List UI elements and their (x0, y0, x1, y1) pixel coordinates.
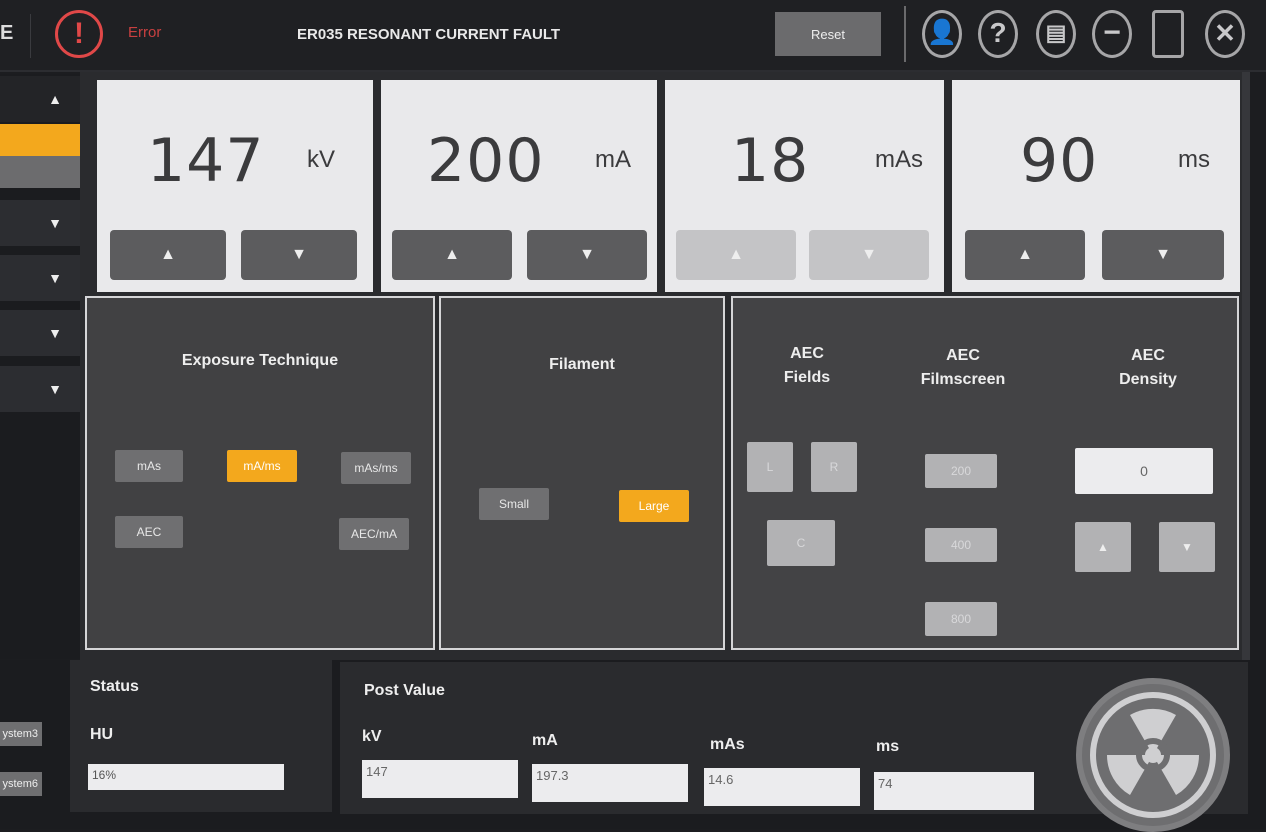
divider (30, 14, 31, 58)
sidebar-item-selected[interactable] (0, 124, 82, 156)
option-aec-ma[interactable]: AEC/mA (339, 518, 409, 550)
post-ms-value: 74 (874, 772, 1034, 810)
ms-down-button[interactable]: ▼ (1102, 230, 1224, 280)
aec-field-r[interactable]: R (811, 442, 857, 492)
kv-control: 147 kV ▲ ▼ (97, 80, 373, 292)
app-logo: E (0, 22, 14, 44)
kv-down-button[interactable]: ▼ (241, 230, 357, 280)
sidebar-scroll-up[interactable]: ▲ (0, 76, 82, 122)
user-icon[interactable]: 👤 (922, 10, 962, 58)
aec-field-l[interactable]: L (747, 442, 793, 492)
filament-small-button[interactable]: Small (479, 488, 549, 520)
top-bar: E ! Error ER035 RESONANT CURRENT FAULT R… (0, 0, 1266, 72)
ms-value: 90 (1020, 126, 1099, 196)
mas-unit: mAs (875, 146, 923, 173)
sidebar-dropdown[interactable]: ▼ (0, 255, 82, 301)
ms-control: 90 ms ▲ ▼ (952, 80, 1240, 292)
kv-value: 147 (147, 126, 265, 196)
aec-panel: AEC Fields AEC Filmscreen AEC Density L … (731, 296, 1239, 650)
hu-label: HU (90, 726, 114, 743)
error-icon: ! (55, 10, 103, 58)
divider (904, 6, 906, 62)
post-kv-value: 147 (362, 760, 518, 798)
post-value-title: Post Value (364, 682, 445, 699)
aec-filmscreen-800[interactable]: 800 (925, 602, 997, 636)
ma-unit: mA (595, 146, 631, 173)
mas-value: 18 (731, 126, 810, 196)
aec-density-value[interactable]: 0 (1075, 448, 1213, 494)
ma-up-button[interactable]: ▲ (392, 230, 512, 280)
expose-button[interactable] (1076, 678, 1230, 832)
sidebar-dropdown[interactable]: ▼ (0, 310, 82, 356)
post-ms-label: ms (876, 738, 900, 755)
aec-filmscreen-400[interactable]: 400 (925, 528, 997, 562)
system3-button[interactable]: ystem3 (0, 722, 42, 746)
ma-control: 200 mA ▲ ▼ (381, 80, 657, 292)
status-title: Status (90, 678, 139, 695)
error-label: Error (128, 24, 162, 41)
option-aec[interactable]: AEC (115, 516, 183, 548)
aec-density-up-button[interactable]: ▲ (1075, 522, 1131, 572)
post-kv-label: kV (362, 728, 382, 745)
help-icon[interactable]: ? (978, 10, 1018, 58)
aec-fields-title: AEC Fields (783, 345, 831, 386)
hu-value: 16% (88, 764, 284, 790)
aec-filmscreen-title: AEC Filmscreen (920, 347, 1006, 388)
filament-large-button[interactable]: Large (619, 490, 689, 522)
kv-unit: kV (307, 146, 336, 173)
aec-field-c[interactable]: C (767, 520, 835, 566)
ma-value: 200 (427, 126, 545, 196)
mas-control: 18 mAs ▲ ▼ (665, 80, 944, 292)
option-mas-ms[interactable]: mAs/ms (341, 452, 411, 484)
aec-density-down-button[interactable]: ▼ (1159, 522, 1215, 572)
kv-up-button[interactable]: ▲ (110, 230, 226, 280)
window-icon[interactable] (1152, 10, 1184, 58)
radiation-icon (1090, 692, 1216, 818)
sidebar-dropdown[interactable]: ▼ (0, 366, 82, 412)
error-message: ER035 RESONANT CURRENT FAULT (297, 26, 561, 43)
mas-up-button[interactable]: ▲ (676, 230, 796, 280)
exposure-technique-panel: Exposure Technique mAs mA/ms mAs/ms AEC … (85, 296, 435, 650)
mas-down-button[interactable]: ▼ (809, 230, 929, 280)
aec-filmscreen-200[interactable]: 200 (925, 454, 997, 488)
notes-icon[interactable]: ▤ (1036, 10, 1076, 58)
post-ma-label: mA (532, 732, 558, 749)
minimize-icon[interactable]: − (1092, 10, 1132, 58)
filament-panel: Filament Small Large (439, 296, 725, 650)
ms-unit: ms (1178, 146, 1210, 173)
post-ma-value: 197.3 (532, 764, 688, 802)
ms-up-button[interactable]: ▲ (965, 230, 1085, 280)
exposure-technique-title: Exposure Technique (181, 352, 339, 369)
option-ma-ms[interactable]: mA/ms (227, 450, 297, 482)
aec-density-title: AEC Density (1119, 347, 1177, 388)
sidebar-dropdown[interactable]: ▼ (0, 200, 82, 246)
post-mas-value: 14.6 (704, 768, 860, 806)
system6-button[interactable]: ystem6 (0, 772, 42, 796)
filament-title: Filament (549, 356, 615, 373)
ma-down-button[interactable]: ▼ (527, 230, 647, 280)
reset-button[interactable]: Reset (775, 12, 881, 56)
close-icon[interactable]: ✕ (1205, 10, 1245, 58)
status-panel: Status HU 16% (70, 660, 332, 812)
post-mas-label: mAs (710, 736, 745, 753)
option-mas[interactable]: mAs (115, 450, 183, 482)
sidebar-item[interactable] (0, 156, 82, 188)
